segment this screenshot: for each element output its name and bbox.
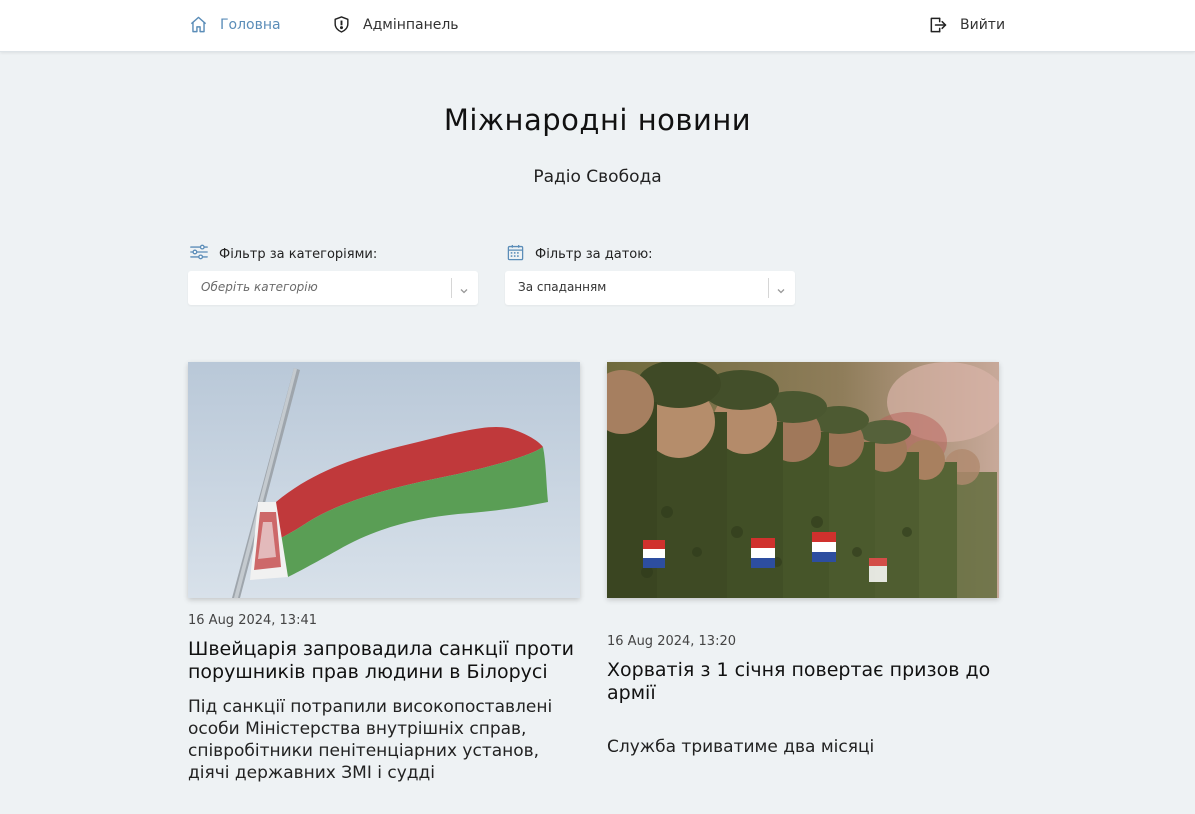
shield-icon	[332, 15, 351, 34]
sliders-icon	[189, 243, 209, 265]
article-date: 16 Aug 2024, 13:20	[607, 634, 737, 649]
news-card: 16 Aug 2024, 13:20 Хорватія з 1 січня по…	[607, 362, 999, 758]
article-title[interactable]: Швейцарія запровадила санкції проти пору…	[188, 638, 580, 684]
article-description: Під санкції потрапили високопоставлені о…	[188, 697, 553, 783]
nav-home-label: Головна	[220, 16, 281, 33]
calendar-icon	[506, 243, 525, 266]
logout-label: Вийти	[960, 17, 1006, 33]
article-date: 16 Aug 2024, 13:41	[188, 613, 318, 628]
nav-admin-label: Адмінпанель	[363, 16, 459, 33]
news-image-belarus-flag[interactable]	[188, 362, 580, 598]
news-card: 16 Aug 2024, 13:41 Швейцарія запровадила…	[188, 362, 580, 784]
nav-home-link[interactable]: Головна	[189, 15, 281, 34]
select-separator	[768, 278, 769, 298]
chevron-down-icon[interactable]	[458, 282, 470, 301]
category-filter-label-text: Фільтр за категоріями:	[219, 246, 378, 262]
article-description: Служба триватиме два місяці	[607, 737, 875, 757]
top-navigation-bar: Головна Адмінпанель Вийти	[0, 0, 1195, 52]
logout-link[interactable]: Вийти	[928, 15, 1005, 35]
category-select-placeholder: Оберіть категорію	[201, 280, 318, 294]
date-filter-label: Фільтр за датою:	[506, 243, 653, 266]
news-image-soldiers[interactable]	[607, 362, 999, 598]
category-filter-label: Фільтр за категоріями:	[189, 243, 377, 265]
nav-admin-link[interactable]: Адмінпанель	[332, 15, 459, 34]
date-sort-select-value: За спаданням	[518, 280, 607, 294]
date-filter-label-text: Фільтр за датою:	[535, 247, 653, 262]
home-icon	[189, 15, 208, 34]
select-separator	[451, 278, 452, 298]
page-subtitle: Радіо Свобода	[533, 167, 662, 187]
logout-icon	[928, 15, 948, 35]
date-sort-select[interactable]: За спаданням	[505, 271, 795, 305]
page-title: Міжнародні новини	[443, 103, 752, 137]
article-title[interactable]: Хорватія з 1 січня повертає призов до ар…	[607, 659, 999, 705]
category-select[interactable]: Оберіть категорію	[188, 271, 478, 305]
chevron-down-icon[interactable]	[775, 282, 787, 301]
